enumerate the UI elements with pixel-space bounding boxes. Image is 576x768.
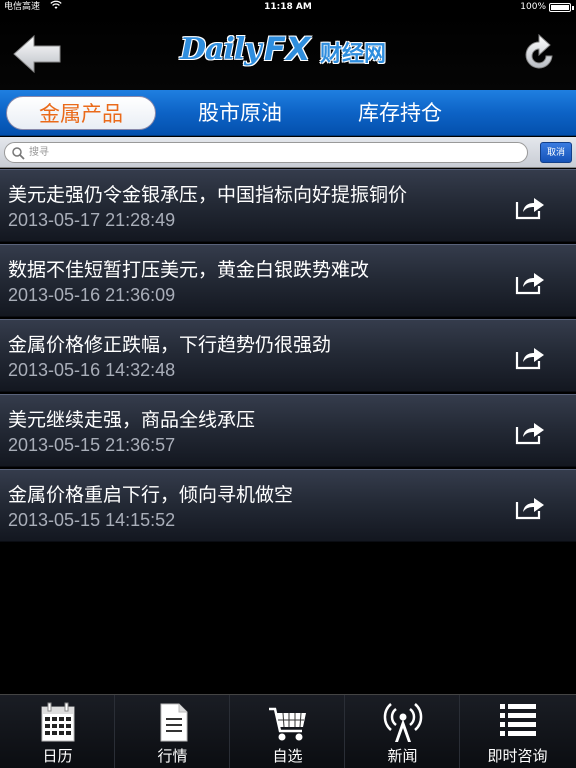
back-arrow-icon [13,34,61,74]
news-title: 金属价格修正跌幅，下行趋势仍很强劲 [8,334,332,356]
tab-stocks-oil[interactable]: 股市原油 [166,96,314,130]
bottom-tab-live-consult[interactable]: 即时咨询 [460,695,576,768]
bottom-tab-news[interactable]: 新闻 [345,695,460,768]
share-icon[interactable] [514,494,546,520]
news-date: 2013-05-15 21:36:57 [8,435,176,455]
news-date: 2013-05-16 21:36:09 [8,285,176,305]
tab-inventory-positions[interactable]: 库存持仓 [326,96,474,130]
search-field[interactable] [4,142,528,163]
bottom-tab-label: 自选 [272,747,303,765]
news-title: 数据不佳短暂打压美元，黄金白银跌势难改 [8,259,370,281]
document-icon [160,703,188,742]
status-bar: 电信高速 11:18 AM 100% [0,0,576,14]
back-button[interactable] [12,34,62,74]
news-title: 美元继续走强，商品全线承压 [8,409,256,431]
cancel-button[interactable]: 取消 [540,142,572,163]
app-header: Daily FX 财经网 [0,14,576,90]
logo-cn-text: 财经网 [320,42,387,67]
news-title: 美元走强仍令金银承压，中国指标向好提振铜价 [8,184,408,206]
bottom-tab-quotes[interactable]: 行情 [115,695,230,768]
bottom-tab-label: 日历 [42,747,73,765]
refresh-icon [525,33,553,69]
antenna-icon [383,703,423,742]
dailyfx-logo: Daily FX 财经网 [180,30,400,74]
bottom-tab-label: 新闻 [387,747,418,765]
share-icon[interactable] [514,194,546,220]
clock: 11:18 AM [264,2,312,12]
news-item[interactable]: 金属价格重启下行，倾向寻机做空 2013-05-15 14:15:52 [0,469,576,542]
list-icon [500,704,536,736]
bottom-tab-calendar[interactable]: 日历 [0,695,115,768]
refresh-button[interactable] [520,33,558,74]
logo-fx-text: FX [264,30,311,68]
news-list: 美元走强仍令金银承压，中国指标向好提振铜价 2013-05-17 21:28:4… [0,169,576,544]
bottom-tab-label: 即时咨询 [487,747,548,765]
share-icon[interactable] [514,419,546,445]
tab-metals[interactable]: 金属产品 [6,96,156,130]
share-icon[interactable] [514,269,546,295]
news-item[interactable]: 美元走强仍令金银承压，中国指标向好提振铜价 2013-05-17 21:28:4… [0,169,576,242]
search-bar: 取消 [0,137,576,168]
bottom-tab-watchlist[interactable]: 自选 [230,695,345,768]
bottom-tab-label: 行情 [157,747,188,765]
news-date: 2013-05-16 14:32:48 [8,360,176,380]
search-icon [12,147,25,160]
search-input[interactable] [29,144,519,161]
cart-icon [269,707,306,741]
news-date: 2013-05-17 21:28:49 [8,210,176,230]
bottom-tab-bar: 日历 行情 自选 新闻 即时咨询 [0,694,576,768]
news-item[interactable]: 数据不佳短暂打压美元，黄金白银跌势难改 2013-05-16 21:36:09 [0,244,576,317]
category-tab-bar: 金属产品 股市原油 库存持仓 [0,90,576,136]
news-item[interactable]: 美元继续走强，商品全线承压 2013-05-15 21:36:57 [0,394,576,467]
share-icon[interactable] [514,344,546,370]
news-item[interactable]: 金属价格修正跌幅，下行趋势仍很强劲 2013-05-16 14:32:48 [0,319,576,392]
calendar-icon [41,702,75,742]
battery-percent: 100% [520,2,546,12]
logo-daily-text: Daily [180,32,262,67]
battery-icon [549,3,574,12]
news-date: 2013-05-15 14:15:52 [8,510,176,530]
news-title: 金属价格重启下行，倾向寻机做空 [8,484,294,506]
